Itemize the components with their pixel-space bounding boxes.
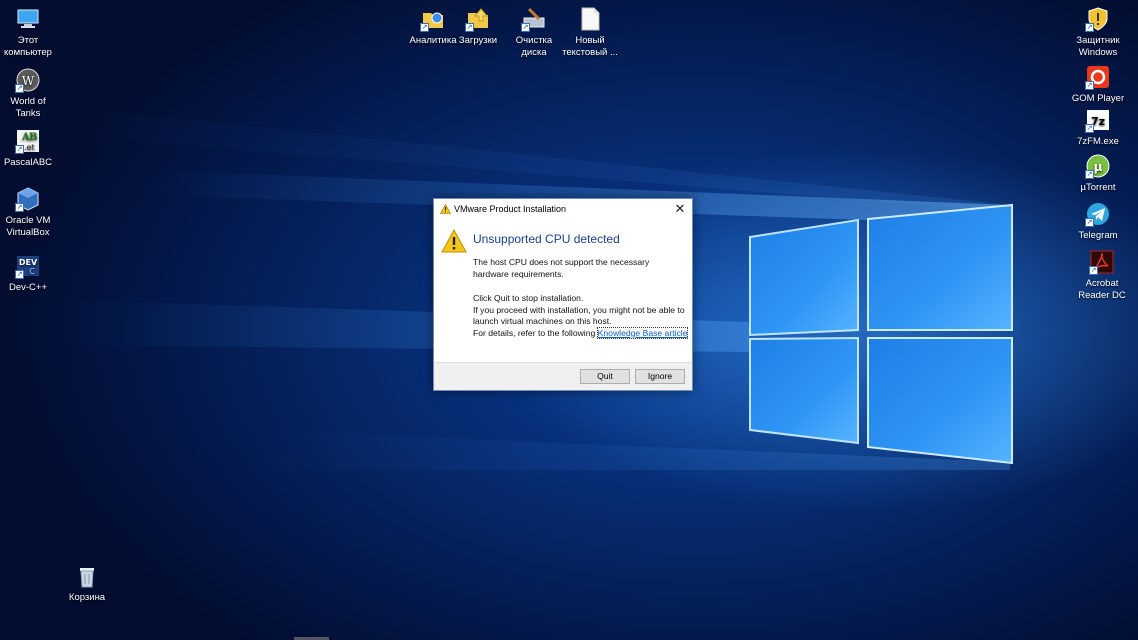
- icon-label: Oracle VM VirtualBox: [5, 215, 51, 238]
- downloads-icon: ↗: [465, 6, 491, 32]
- utorrent-icon: µ ↗: [1085, 153, 1111, 179]
- dialog-details-line: For details, refer to the following Know…: [473, 326, 689, 340]
- dev-cpp-icon: DEV C ↗: [15, 253, 41, 279]
- icon-label: µTorrent: [1080, 182, 1116, 193]
- shortcut-arrow-icon: ↗: [465, 23, 474, 32]
- icon-label: Dev-C++: [8, 282, 47, 293]
- quit-button[interactable]: Quit: [580, 369, 630, 384]
- svg-text:B: B: [29, 132, 37, 143]
- 7zfm-icon: 7z ↗: [1085, 107, 1111, 133]
- shortcut-arrow-icon: ↗: [420, 23, 429, 32]
- shortcut-arrow-icon: ↗: [15, 84, 24, 93]
- windows-defender-icon: ↗: [1085, 6, 1111, 32]
- virtualbox-icon: ↗: [15, 186, 41, 212]
- dialog-proceed-warning: If you proceed with installation, you mi…: [473, 304, 685, 327]
- svg-text:C: C: [29, 267, 35, 276]
- dialog-titlebar[interactable]: VMware Product Installation ✕: [434, 199, 692, 220]
- desktop-icon-dev-cpp[interactable]: DEV C ↗ Dev-C++: [0, 253, 66, 294]
- icon-label: Корзина: [68, 592, 106, 603]
- svg-text:µ: µ: [1094, 160, 1103, 174]
- pascalabc-icon: A B .et ↗: [15, 128, 41, 154]
- icon-label: Telegram: [1078, 230, 1118, 241]
- shortcut-arrow-icon: ↗: [15, 203, 24, 212]
- desktop-icon-gom-player[interactable]: ↗ GOM Player: [1060, 64, 1136, 105]
- shortcut-arrow-icon: ↗: [521, 23, 530, 32]
- shortcut-arrow-icon: ↗: [1085, 170, 1094, 179]
- icon-label: Новый текстовый ...: [562, 35, 618, 58]
- icon-label: 7zFM.exe: [1077, 136, 1119, 147]
- icon-label: GOM Player: [1071, 93, 1125, 104]
- shortcut-arrow-icon: ↗: [1085, 81, 1094, 90]
- dialog-quit-instruction: Click Quit to stop installation.: [473, 293, 584, 303]
- desktop-icon-this-pc[interactable]: Этот компьютер: [0, 6, 66, 59]
- acrobat-icon: ↗: [1089, 249, 1115, 275]
- dialog-heading: Unsupported CPU detected: [473, 232, 620, 246]
- telegram-icon: ↗: [1085, 201, 1111, 227]
- world-of-tanks-icon: W ↗: [15, 67, 41, 93]
- icon-label: PascalABC: [3, 157, 53, 168]
- icon-label: Этот компьютер: [4, 35, 52, 58]
- this-pc-icon: [15, 6, 41, 32]
- shortcut-arrow-icon: ↗: [1085, 124, 1094, 133]
- desktop-icon-acrobat[interactable]: ↗ Acrobat Reader DC: [1064, 249, 1138, 302]
- shortcut-arrow-icon: ↗: [1085, 23, 1094, 32]
- ignore-button[interactable]: Ignore: [635, 369, 685, 384]
- desktop-icon-recycle-bin[interactable]: Корзина: [49, 563, 125, 604]
- recycle-bin-icon: [74, 563, 100, 589]
- knowledge-base-link[interactable]: Knowledge Base article: [596, 326, 689, 339]
- shortcut-arrow-icon: ↗: [1085, 218, 1094, 227]
- vmware-installation-dialog: VMware Product Installation ✕ Unsupporte…: [433, 198, 693, 391]
- close-button[interactable]: ✕: [671, 201, 689, 217]
- warning-icon: [441, 229, 467, 253]
- new-text-doc-icon: [577, 6, 603, 32]
- desktop: Этот компьютер W ↗ World of Tanks A B .et …: [0, 0, 1138, 640]
- svg-text:DEV: DEV: [19, 258, 38, 267]
- icon-label: Acrobat Reader DC: [1078, 278, 1126, 301]
- dialog-footer: Quit Ignore: [434, 362, 692, 390]
- shortcut-arrow-icon: ↗: [15, 270, 24, 279]
- icon-label: Защитник Windows: [1076, 35, 1120, 58]
- shortcut-arrow-icon: ↗: [1089, 266, 1098, 275]
- dialog-message-2: Click Quit to stop installation. If you …: [473, 293, 689, 340]
- desktop-icon-windows-defender[interactable]: ↗ Защитник Windows: [1060, 6, 1136, 59]
- warning-icon: [440, 204, 451, 214]
- svg-text:.et: .et: [24, 143, 35, 152]
- desktop-icon-7zfm[interactable]: 7z ↗ 7zFM.exe: [1060, 107, 1136, 148]
- dialog-message-1: The host CPU does not support the necess…: [473, 257, 650, 279]
- desktop-icon-utorrent[interactable]: µ ↗ µTorrent: [1060, 153, 1136, 194]
- shortcut-arrow-icon: ↗: [15, 145, 24, 154]
- desktop-icon-virtualbox[interactable]: ↗ Oracle VM VirtualBox: [0, 186, 66, 239]
- dialog-details-prefix: For details, refer to the following: [473, 327, 598, 338]
- disk-cleanup-icon: ↗: [521, 6, 547, 32]
- dialog-title: VMware Product Installation: [454, 204, 567, 214]
- desktop-icon-world-of-tanks[interactable]: W ↗ World of Tanks: [0, 67, 66, 120]
- gom-player-icon: ↗: [1085, 64, 1111, 90]
- windows-logo: [749, 203, 1013, 465]
- icon-label: World of Tanks: [10, 96, 46, 119]
- desktop-icon-telegram[interactable]: ↗ Telegram: [1060, 201, 1136, 242]
- desktop-icon-pascalabc[interactable]: A B .et ↗ PascalABC: [0, 128, 66, 169]
- desktop-icon-new-text-doc[interactable]: Новый текстовый ...: [552, 6, 628, 59]
